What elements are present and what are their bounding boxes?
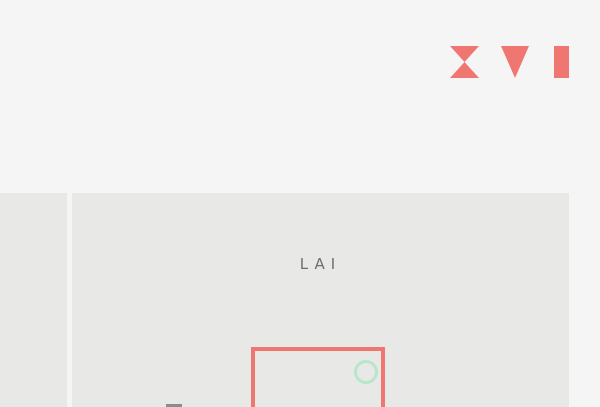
ring-marker-icon	[354, 360, 378, 384]
level-title: LAI	[299, 255, 342, 273]
logo-bar	[554, 46, 569, 78]
level-card[interactable]: LAI	[72, 193, 569, 407]
logo-v-triangle	[501, 46, 529, 78]
level-card-previous[interactable]	[0, 193, 67, 407]
logo	[450, 46, 570, 78]
logo-triangle-bottom	[450, 62, 479, 78]
xvi-logo-icon	[450, 46, 569, 78]
logo-triangle-top	[450, 46, 479, 62]
